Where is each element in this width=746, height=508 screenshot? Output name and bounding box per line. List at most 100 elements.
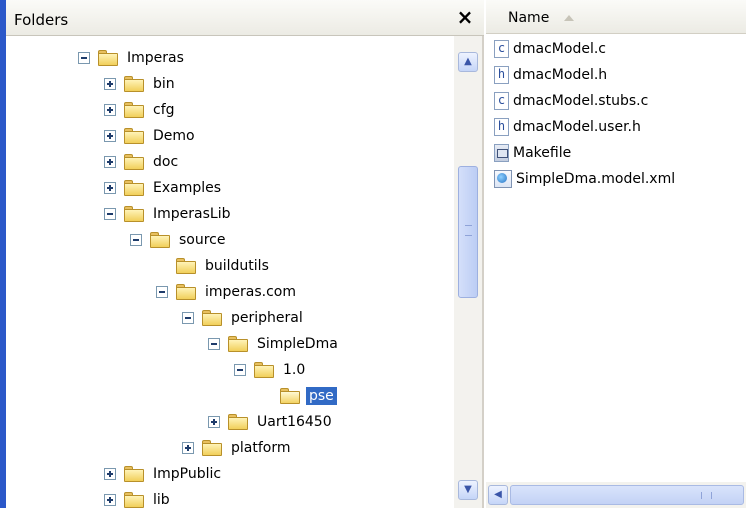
makefile-icon [494,144,509,162]
tree-node[interactable]: peripheral [182,305,306,331]
expand-icon[interactable] [104,468,116,480]
expand-icon[interactable] [104,78,116,90]
files-pane: Name c dmacModel.c h dmacModel.h c dmacModel.… [486,0,746,508]
folder-icon [124,102,144,118]
tree-node-label: platform [231,440,291,456]
folder-icon [124,466,144,482]
expand-icon[interactable] [104,130,116,142]
folder-icon [124,492,144,508]
folder-icon [228,414,248,430]
file-row[interactable]: h dmacModel.user.h [494,114,641,140]
tree-node-label: Imperas [127,50,184,66]
tree-node-label: bin [153,76,175,92]
tree-node-label: Examples [153,180,222,196]
folder-icon [202,310,222,326]
folders-pane-title: Folders [14,11,69,29]
header-file-icon: h [494,118,509,136]
collapse-icon[interactable] [208,338,220,350]
tree-node[interactable]: doc [104,149,181,175]
file-row[interactable]: c dmacModel.stubs.c [494,88,648,114]
tree-node-label: SimpleDma [257,336,338,352]
folders-pane: Folders × Imperas bin cfg Demo doc Examples Im… [0,0,484,508]
collapse-icon[interactable] [78,52,90,64]
tree-node[interactable]: buildutils [156,253,272,279]
folder-icon [176,284,196,300]
tree-node[interactable]: ImpPublic [104,461,224,487]
folder-open-icon [280,388,300,404]
file-name: Makefile [513,145,572,161]
tree-node-label: ImpPublic [153,466,222,482]
tree-node-label: doc [153,154,179,170]
file-row[interactable]: Makefile [494,140,571,166]
tree-node[interactable]: 1.0 [234,357,308,383]
tree-node[interactable]: ImperasLib [104,201,233,227]
c-source-file-icon: c [494,92,509,110]
folder-icon [98,50,118,66]
tree-node[interactable]: Imperas [78,45,187,71]
tree-node[interactable]: Examples [104,175,224,201]
expand-icon[interactable] [104,156,116,168]
folder-tree: Imperas bin cfg Demo doc Examples ImperasLib so… [6,36,454,508]
close-icon[interactable]: × [454,6,476,28]
folder-icon [124,180,144,196]
tree-node-label: cfg [153,102,175,118]
folder-icon [124,76,144,92]
folder-icon [124,154,144,170]
scroll-up-icon[interactable]: ▲ [458,52,478,72]
files-horizontal-scrollbar[interactable]: ◀ [486,482,746,508]
folders-vertical-scrollbar[interactable]: ▲ ▼ [454,36,482,508]
tree-node[interactable]: source [130,227,229,253]
expand-icon[interactable] [208,416,220,428]
scroll-thumb[interactable] [458,166,478,298]
tree-node-label: imperas.com [205,284,297,300]
tree-node-label: pse [306,387,337,405]
expand-icon[interactable] [182,442,194,454]
collapse-icon[interactable] [104,208,116,220]
file-name: dmacModel.user.h [513,119,641,135]
folder-icon [228,336,248,352]
file-name: dmacModel.stubs.c [513,93,649,109]
collapse-icon[interactable] [130,234,142,246]
file-name: dmacModel.h [513,67,608,83]
tree-node[interactable]: Demo [104,123,198,149]
tree-node-label: ImperasLib [153,206,231,222]
collapse-icon[interactable] [234,364,246,376]
tree-node[interactable]: cfg [104,97,178,123]
folder-icon [124,128,144,144]
collapse-icon[interactable] [156,286,168,298]
file-row[interactable]: c dmacModel.c [494,36,606,62]
name-column-label: Name [508,10,550,26]
folder-icon [150,232,170,248]
tree-node[interactable]: SimpleDma [208,331,341,357]
file-row[interactable]: h dmacModel.h [494,62,607,88]
collapse-icon[interactable] [182,312,194,324]
tree-node-label: lib [153,492,170,508]
tree-node[interactable]: platform [182,435,294,461]
scroll-left-icon[interactable]: ◀ [488,485,508,505]
file-name: SimpleDma.model.xml [516,171,676,187]
folder-icon [176,258,196,274]
expand-icon[interactable] [104,104,116,116]
tree-node-label: peripheral [231,310,303,326]
sort-ascending-icon [564,15,574,21]
tree-node-label: buildutils [205,258,269,274]
xml-file-icon [494,170,512,188]
expand-icon[interactable] [104,182,116,194]
horizontal-scroll-thumb[interactable] [510,485,744,505]
tree-node[interactable]: bin [104,71,178,97]
tree-node-label: source [179,232,226,248]
expand-icon[interactable] [104,494,116,506]
file-row[interactable]: SimpleDma.model.xml [494,166,675,192]
tree-node[interactable]: Uart16450 [208,409,335,435]
folders-pane-header: Folders × [6,0,484,36]
tree-node[interactable]: imperas.com [156,279,299,305]
tree-node-label: 1.0 [283,362,306,378]
name-column-header[interactable]: Name [486,0,746,34]
tree-node-label: Demo [153,128,195,144]
folder-icon [254,362,274,378]
folder-icon [202,440,222,456]
tree-node[interactable]: pse [260,383,337,409]
file-name: dmacModel.c [513,41,606,57]
scroll-down-icon[interactable]: ▼ [458,480,478,500]
tree-node[interactable]: lib [104,487,173,508]
